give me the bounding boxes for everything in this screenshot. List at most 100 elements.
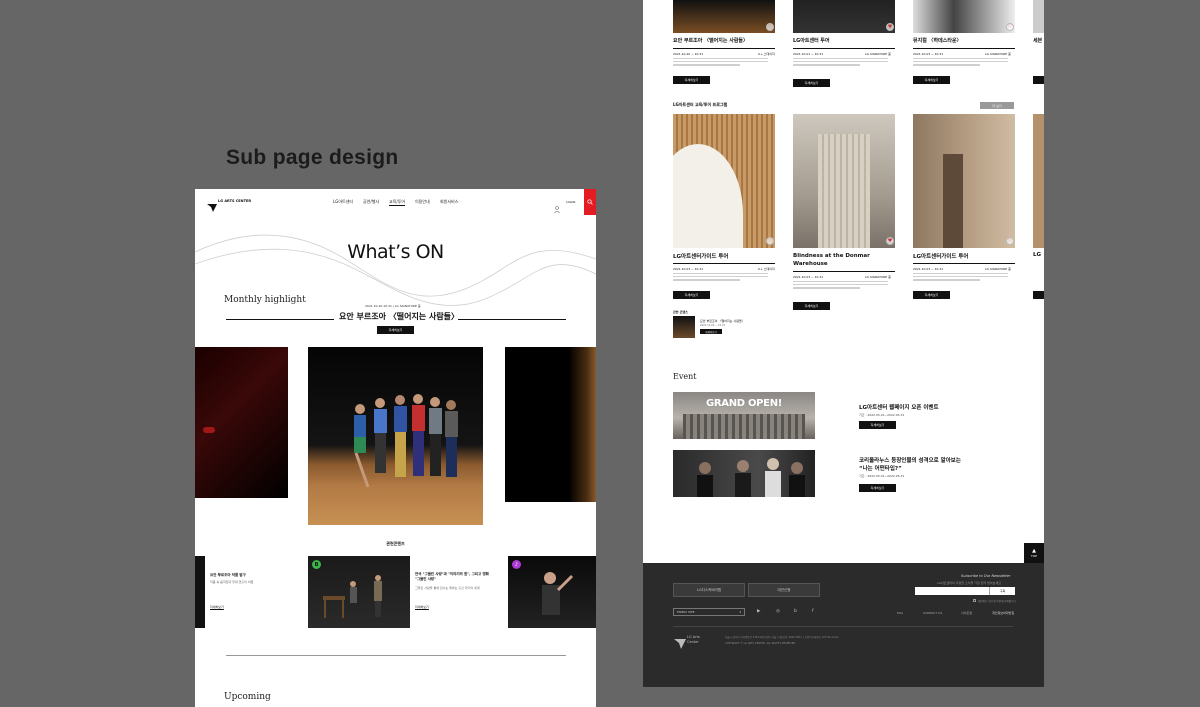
tour-date-2: 2021.10.03 ~ 10.31 [793,275,824,279]
blog-icon[interactable]: b [794,609,797,614]
tour-detail-button-1[interactable]: 자세히보기 [673,291,710,299]
tour-image-1[interactable] [673,114,775,248]
search-icon [587,199,593,205]
carousel-image-next[interactable] [505,347,596,502]
heart-icon[interactable]: ♡ [1006,237,1014,245]
card-detail-button-2[interactable]: 자세히보기 [793,79,830,87]
card-image-1[interactable] [673,0,775,33]
tour-image-4[interactable] [1033,114,1044,248]
chevron-down-icon: ▾ [739,610,741,614]
highlight-title: 요안 부르조아 〈떨어지는 사람들〉 [339,312,460,321]
tour-detail-button-2[interactable]: 자세히보기 [793,302,830,310]
heart-icon[interactable]: ♥ [886,237,894,245]
tour-venue-3: LG SIGNATURE 홀 [985,267,1011,271]
card-detail-button-3[interactable]: 자세히보기 [913,76,950,84]
related-link-1[interactable]: 자세히보기 [210,605,224,609]
card-image-2[interactable] [793,0,895,33]
heart-icon[interactable]: ♥ [886,23,894,31]
related-thumb-2[interactable]: B [308,556,410,628]
blog-badge-icon: B [312,560,321,569]
card-title-4: 세븐 [1033,38,1043,44]
tour-title-2: Blindness at the Donmar Warehouse [793,253,870,268]
divider [226,655,566,656]
logo-icon[interactable] [207,197,217,212]
tour-title-1: LG아트센터가이드 투어 [673,254,729,260]
tour-detail-button-3[interactable]: 자세히보기 [913,291,950,299]
nav-item-lg-arts[interactable]: LG아트센터 [333,199,353,205]
subpage-mockup-left: LG ARTS CENTER LG아트센터 공연/행사 교육/투어 이용안내 회… [195,189,596,707]
card-image-4[interactable] [1033,0,1044,33]
heart-icon[interactable]: ♡ [1006,23,1014,31]
card-venue-1: U+ 스테이지 [758,52,775,56]
related-title-1: 요안 부르조아 작품 탐구 [210,573,246,577]
event-period-1: 기간 : 2022.05.01~2022.05.31 [859,413,905,417]
nav-item-guide[interactable]: 이용안내 [415,199,430,205]
newsletter-label: Subscribe to Our Newsletter [961,574,1011,578]
agree-text: 개인정보 수집 및 이용에 동의합니다 [978,599,1016,603]
tour-title-4: LG [1033,252,1042,258]
card-detail-button-1[interactable]: 자세히보기 [673,76,710,84]
tour-image-3[interactable] [913,114,1015,248]
related-small-button[interactable]: 자세히보기 [700,329,722,334]
divider [458,319,566,320]
tour-image-2[interactable] [793,114,895,248]
facebook-icon[interactable]: f [812,609,814,614]
logo-text: LG ARTS CENTER [218,199,252,203]
family-site-select[interactable]: FAMILY SITE ▾ [673,608,745,616]
instagram-icon[interactable]: ◎ [776,609,780,614]
newsletter-email-input[interactable] [915,587,989,595]
event-detail-button-2[interactable]: 자세히보기 [859,484,896,492]
related-title-2: 연극 "그을린 사랑"과 "이야기의 힘", 그리고 영화 "그을린 사랑" [415,572,489,581]
related-small-date: 2021.10.20 ~ 10.31 [700,324,726,327]
related-small-thumb[interactable] [673,316,695,338]
related-contents-label: 관련콘텐츠 [386,541,405,546]
event-title-2-line1: 코리올라누스 등장인물의 성격으로 알아보는 [859,458,961,464]
card-title-1: 요안 부르조아 〈떨어지는 사람들〉 [673,38,749,44]
rental-button[interactable]: 대관신청 [748,583,820,597]
design-caption: Sub page design [226,146,399,169]
nav-item-performance[interactable]: 공연/행사 [363,199,379,205]
footer: LG디스커버리랩 대관신청 Subscribe to Our Newslette… [643,563,1044,687]
user-icon[interactable] [554,198,560,214]
music-badge-icon: ♪ [512,560,521,569]
discovery-lab-button[interactable]: LG디스커버리랩 [673,583,745,597]
event-title-1: LG아트센터 웹페이지 오픈 이벤트 [859,405,939,411]
event-banner-2[interactable] [673,450,815,497]
related-link-2[interactable]: 자세히보기 [415,605,429,609]
carousel-image-prev[interactable] [195,347,288,498]
tour-date-1: 2021.10.03 ~ 10.31 [673,267,704,271]
related-desc-2: 그을린 사랑을 통해 만나는 레바논 출신 작가의 세계 [415,586,480,590]
more-button[interactable]: 더 보기 [980,102,1014,109]
event-banner-1[interactable]: GRAND OPEN! [673,392,815,439]
login-link[interactable]: LOGIN [566,200,575,204]
scroll-top-button[interactable]: ▲ TOP [1024,543,1044,563]
tour-detail-button-4[interactable] [1033,291,1044,299]
related-thumb-1[interactable] [195,556,205,628]
card-date-2: 2021.10.01 ~ 10.31 [793,52,824,56]
footer-link-faq[interactable]: FAQ [897,611,903,615]
subpage-mockup-right: ♡ ♥ ♡ 요안 부르조아 〈떨어지는 사람들〉 LG아트센터 투어 뮤지컬 〈… [643,0,1044,687]
event-title-2-line2: “나는 어떤타입?” [859,466,902,472]
footer-link-sitemap[interactable]: 사이트맵 [961,611,972,615]
carousel-image-main[interactable] [308,347,483,525]
monthly-highlight-label: Monthly highlight [224,295,306,305]
youtube-icon[interactable]: ▶ [757,609,760,614]
heart-icon[interactable]: ♡ [766,23,774,31]
footer-link-privacy[interactable]: 개인정보처리방침 [992,611,1014,615]
related-thumb-3[interactable]: ♪ [508,556,596,628]
grand-open-banner-text: GRAND OPEN! [705,398,783,409]
heart-icon[interactable]: ♡ [766,237,774,245]
event-detail-button-1[interactable]: 자세히보기 [859,421,896,429]
highlight-detail-button[interactable]: 자세히보기 [377,326,414,334]
agree-checkbox[interactable] [973,599,976,602]
card-image-3[interactable] [913,0,1015,33]
search-button[interactable] [584,189,596,215]
card-detail-button-4[interactable] [1033,76,1044,84]
nav-item-membership[interactable]: 회원서비스 [440,199,458,205]
card-title-3: 뮤지컬 〈하데스타운〉 [913,38,962,44]
subscribe-button[interactable]: 구독 [989,587,1015,595]
nav-item-education[interactable]: 교육/투어 [389,199,406,206]
divider [673,626,1013,627]
related-desc-1: 작품 속 움직임과 무대 연출의 비밀 [210,580,254,584]
footer-link-contact[interactable]: CONTACT US [923,611,942,615]
